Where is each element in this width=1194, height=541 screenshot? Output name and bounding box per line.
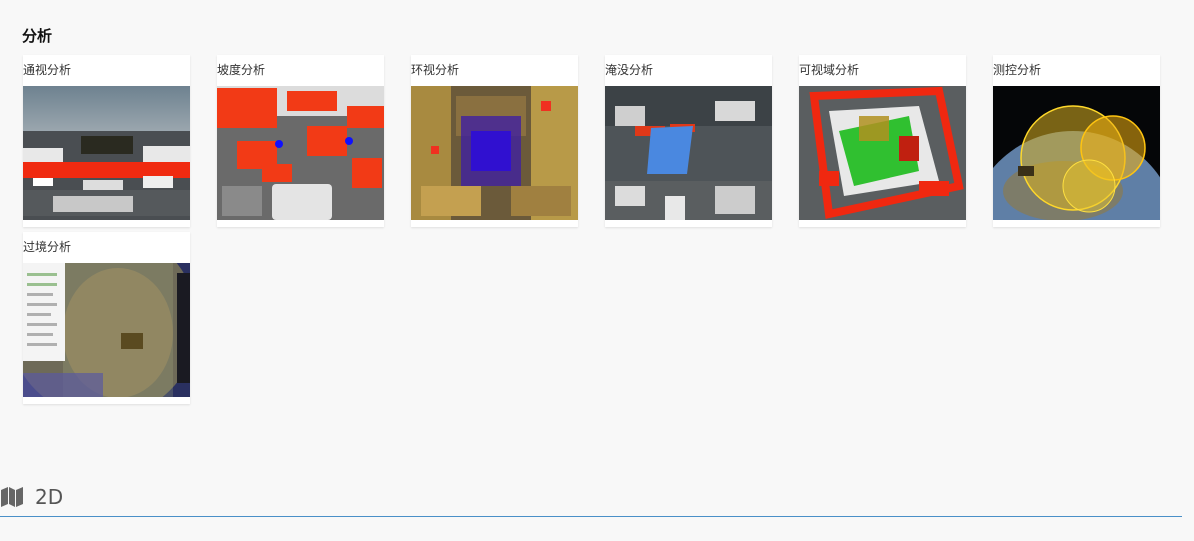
card-label: 通视分析: [23, 63, 72, 77]
card-tracking-control[interactable]: 测控分析: [993, 55, 1160, 227]
card-visible-area[interactable]: 可视域分析: [799, 55, 966, 227]
card-flood[interactable]: 淹没分析: [605, 55, 772, 227]
card-label: 过境分析: [23, 240, 72, 254]
card-viewshed-around[interactable]: 环视分析: [411, 55, 578, 227]
card-line-of-sight[interactable]: 通视分析: [23, 55, 190, 227]
line-of-sight-thumbnail: [23, 86, 190, 220]
footer-2d-bar[interactable]: 2D: [0, 482, 1182, 517]
transit-thumbnail: [23, 263, 190, 397]
card-transit[interactable]: 过境分析: [23, 232, 190, 404]
card-label: 淹没分析: [605, 63, 654, 77]
map-icon: [1, 486, 23, 508]
footer-2d-label: 2D: [35, 485, 64, 509]
card-slope[interactable]: 坡度分析: [217, 55, 384, 227]
card-label: 可视域分析: [799, 63, 860, 77]
flood-thumbnail: [605, 86, 772, 220]
tracking-control-thumbnail: [993, 86, 1160, 220]
viewshed-around-thumbnail: [411, 86, 578, 220]
analysis-grid: 通视分析 坡度分析 环视分析 淹没分析 可视域分析 测控分析 过境分析: [23, 55, 1183, 415]
card-label: 环视分析: [411, 63, 460, 77]
section-title: 分析: [22, 27, 53, 45]
visible-area-thumbnail: [799, 86, 966, 220]
card-label: 坡度分析: [217, 63, 266, 77]
slope-thumbnail: [217, 86, 384, 220]
card-label: 测控分析: [993, 63, 1042, 77]
